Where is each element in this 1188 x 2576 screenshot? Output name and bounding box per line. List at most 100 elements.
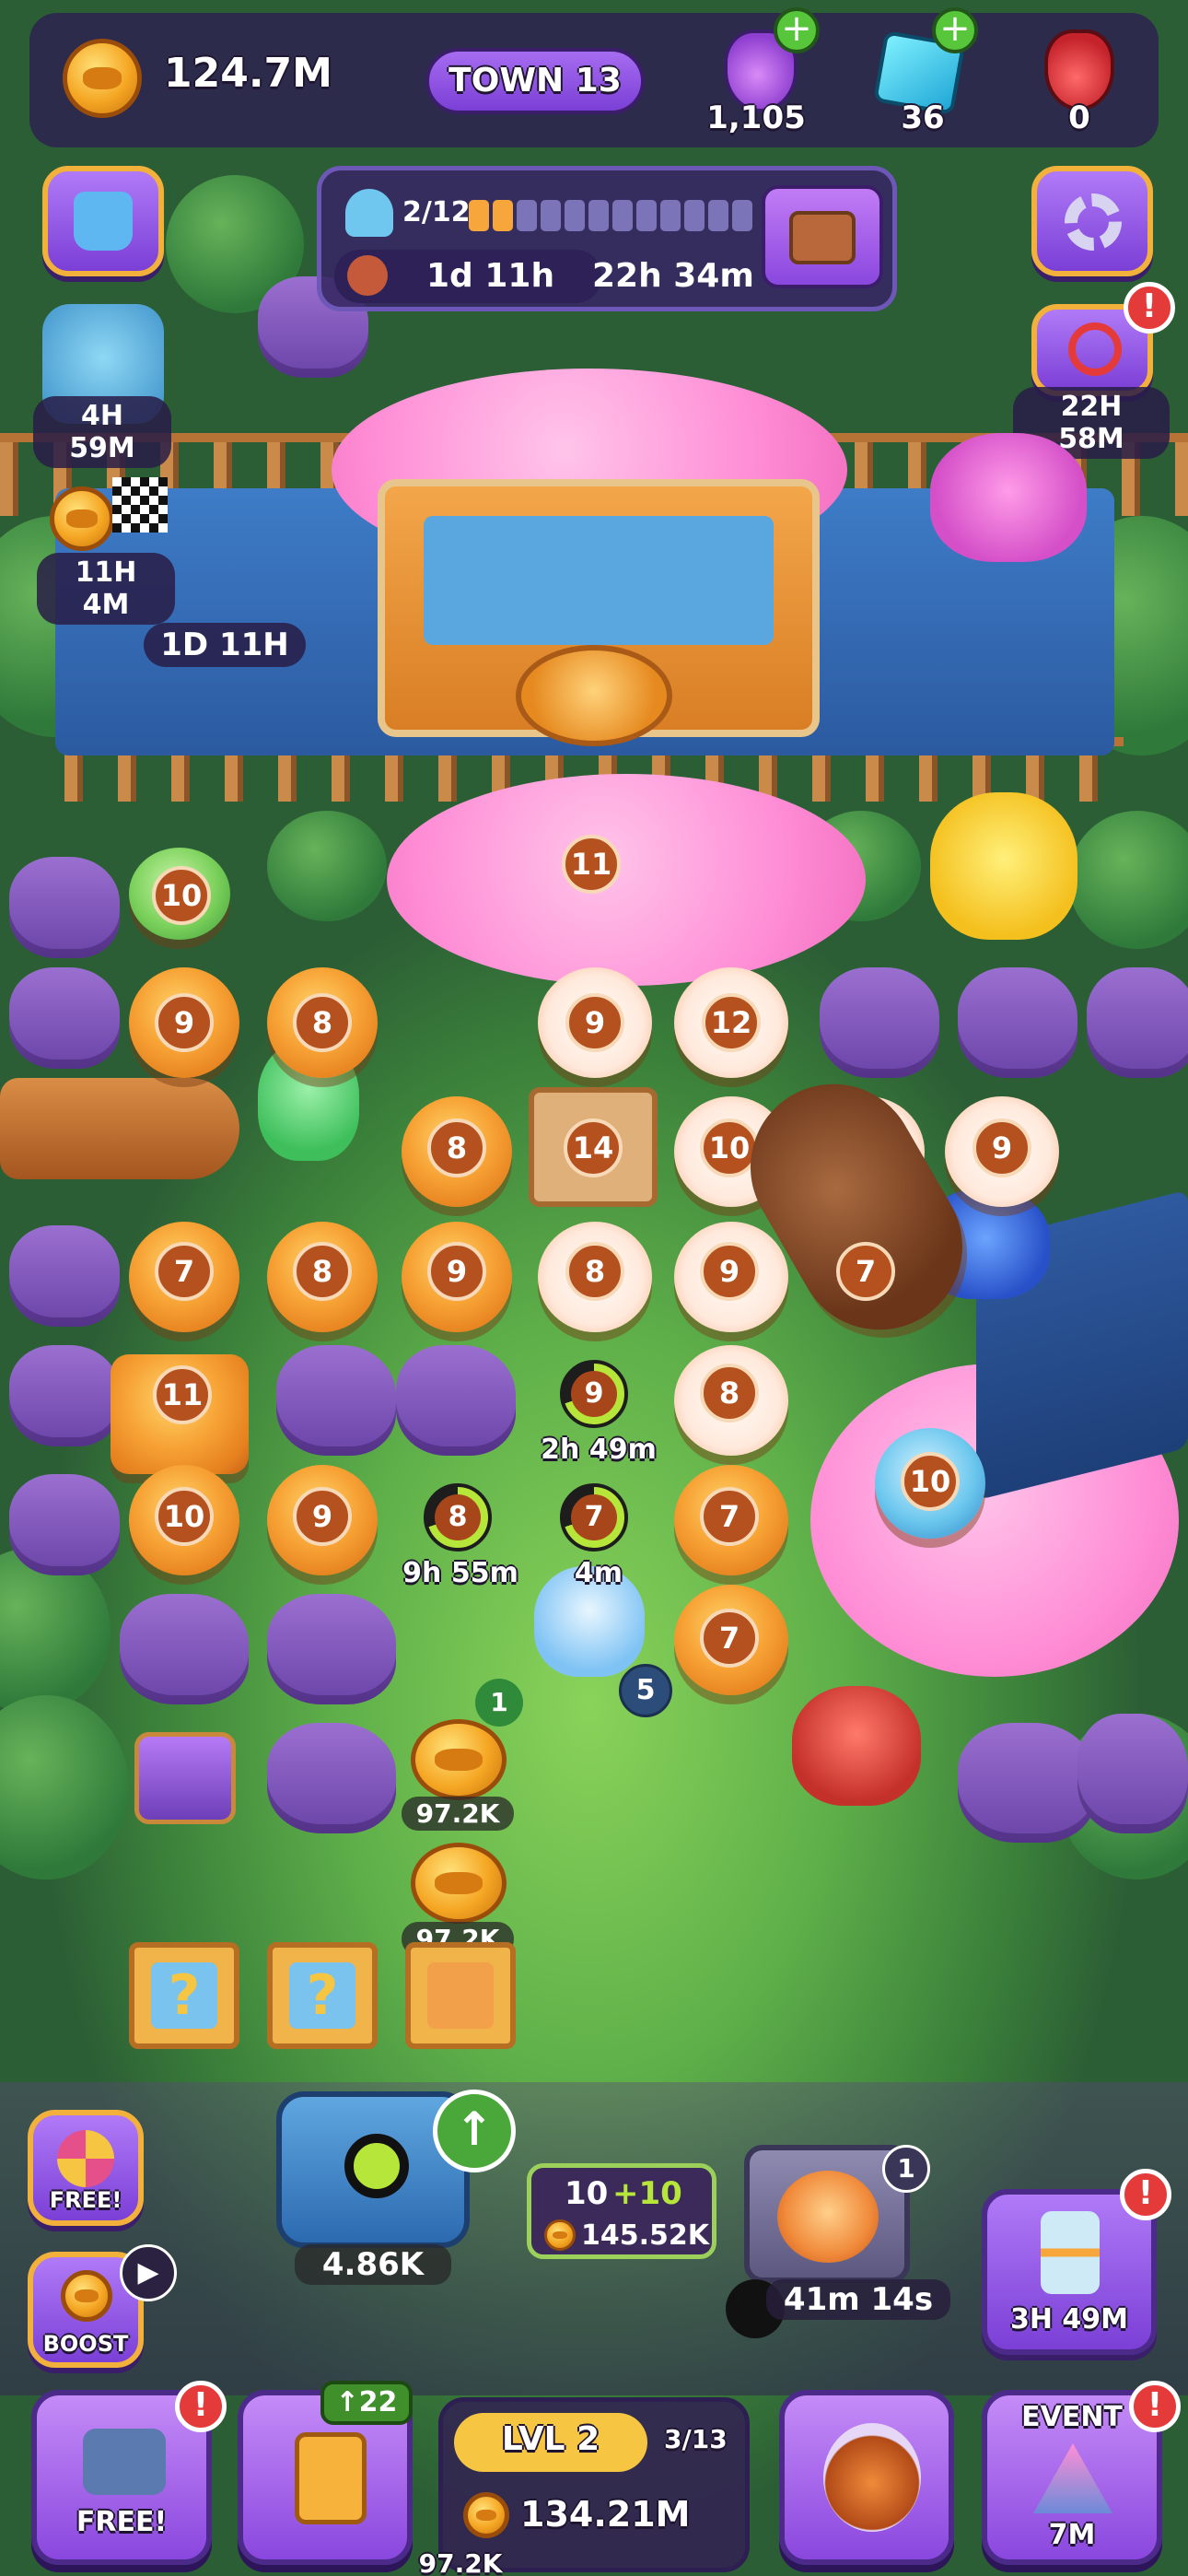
alert-badge: ! <box>1120 2169 1171 2220</box>
token-level: 9 <box>565 993 624 1052</box>
rock <box>9 1345 120 1446</box>
merge-counter[interactable]: 10 +10 145.52K <box>527 2163 716 2259</box>
pink-monster[interactable] <box>930 433 1087 562</box>
cannon-value: 4.86K <box>295 2244 451 2285</box>
progress-segment <box>636 200 657 231</box>
token-level: 10 <box>152 866 211 925</box>
monster-face-icon <box>347 255 388 296</box>
token-level: 11 <box>153 1365 212 1424</box>
upgrade-arrow-icon[interactable]: ↑ <box>433 2090 516 2172</box>
plus-icon[interactable]: + <box>774 7 820 53</box>
event-progress-panel[interactable]: 2/12 1d 11h 22h 34m <box>317 166 897 311</box>
shirt-icon <box>74 192 133 251</box>
mystery-crate[interactable]: ? <box>129 1942 239 2049</box>
chest-button[interactable] <box>762 185 883 288</box>
event-progress-count: 2/12 <box>402 196 471 228</box>
cards-badge: ↑22 <box>320 2381 413 2425</box>
coin-value: 97.2K <box>402 1797 514 1831</box>
progress-segment <box>660 200 681 231</box>
coin-icon <box>63 39 142 118</box>
stack-count: 1 <box>475 1679 523 1727</box>
prohibited-icon <box>1068 322 1122 376</box>
pet-level-badge: 5 <box>619 1664 672 1717</box>
rock <box>9 1474 120 1575</box>
purple-potion-count: 1,105 <box>706 100 806 136</box>
rock <box>1087 967 1188 1078</box>
yellow-monster[interactable] <box>930 792 1077 940</box>
coin-icon <box>463 2492 509 2538</box>
token-level: 9 <box>155 993 214 1052</box>
oven-timer: 41m 14s <box>766 2279 950 2320</box>
token-level: 7 <box>571 1494 617 1540</box>
treasure-chest-icon <box>789 211 856 264</box>
top-resource-bar: 124.7M TOWN 13 + 1,105 + 36 0 <box>29 7 1159 147</box>
mountain-icon <box>1033 2443 1112 2513</box>
token-level: 8 <box>293 993 352 1052</box>
collection-button[interactable] <box>779 2390 954 2565</box>
token-level: 11 <box>562 835 621 894</box>
town-button[interactable]: TOWN 13 <box>425 48 645 114</box>
token-level: 8 <box>427 1118 486 1177</box>
log <box>0 1078 239 1179</box>
token-level: 9 <box>973 1118 1031 1177</box>
progress-segment <box>612 200 633 231</box>
wheel-button[interactable]: FREE! <box>28 2110 144 2226</box>
rock <box>120 1594 249 1704</box>
rock <box>267 1594 396 1704</box>
token-level: 8 <box>435 1494 481 1540</box>
event-timer-right: 22h 34m <box>592 257 754 295</box>
token-level: 7 <box>700 1487 759 1546</box>
alert-badge: ! <box>175 2381 227 2432</box>
crab-crate[interactable] <box>405 1942 516 2049</box>
alert-badge: ! <box>1129 2381 1181 2432</box>
level-pill: LVL 2 <box>454 2413 647 2472</box>
level-panel[interactable]: LVL 2 3/13 134.21M <box>438 2397 750 2572</box>
token-level: 12 <box>702 993 761 1052</box>
level-coins: 134.21M <box>520 2494 691 2535</box>
cotton-candy-cloud <box>387 774 866 986</box>
outfit-button[interactable] <box>42 166 164 276</box>
hourglass-icon <box>1041 2211 1100 2294</box>
red-monster[interactable] <box>792 1686 921 1806</box>
token-level: 8 <box>700 1364 759 1423</box>
boost-label: BOOST <box>42 2331 129 2357</box>
token-level: 9 <box>571 1371 617 1417</box>
wheel-icon <box>57 2130 114 2187</box>
card-icon <box>295 2432 367 2524</box>
progress-segment <box>541 200 561 231</box>
rock <box>9 857 120 958</box>
mirror-icon <box>823 2423 921 2532</box>
mystery-crate[interactable]: ? <box>267 1942 378 2049</box>
coin-stack[interactable] <box>411 1719 507 1800</box>
rock <box>958 967 1077 1078</box>
plus-icon[interactable]: + <box>932 7 978 53</box>
wheel-label: FREE! <box>49 2187 122 2213</box>
progress-segment <box>588 200 609 231</box>
gem-count: 36 <box>901 100 945 136</box>
red-potion-count: 0 <box>1068 100 1090 136</box>
token-level: 10 <box>155 1487 214 1546</box>
event-timer-pill: 1d 11h <box>334 250 601 303</box>
cooking-timer: 9 <box>560 1360 628 1428</box>
rock <box>396 1345 516 1456</box>
play-icon[interactable]: ▶ <box>120 2244 177 2301</box>
question-icon: ? <box>289 1962 355 2029</box>
token-level: 7 <box>836 1242 895 1301</box>
rock <box>9 967 120 1069</box>
cook-time: 9h 55m <box>402 1557 518 1589</box>
event-timer-left: 1d 11h <box>426 257 555 295</box>
oven-count: 1 <box>882 2145 930 2193</box>
token-level: 8 <box>565 1242 624 1301</box>
progress-segment <box>684 200 705 231</box>
sofa-item[interactable] <box>134 1732 236 1824</box>
progress-segment <box>469 200 489 231</box>
cook-time: 2h 49m <box>541 1434 657 1466</box>
coin-icon <box>544 2219 576 2251</box>
settings-button[interactable] <box>1031 166 1153 276</box>
crab-icon <box>427 1962 494 2029</box>
coin-stack[interactable] <box>411 1843 507 1924</box>
cooking-timer: 8 <box>424 1483 492 1551</box>
progress-segment <box>493 200 513 231</box>
progress-segment <box>517 200 537 231</box>
shop-label: FREE! <box>76 2506 168 2538</box>
